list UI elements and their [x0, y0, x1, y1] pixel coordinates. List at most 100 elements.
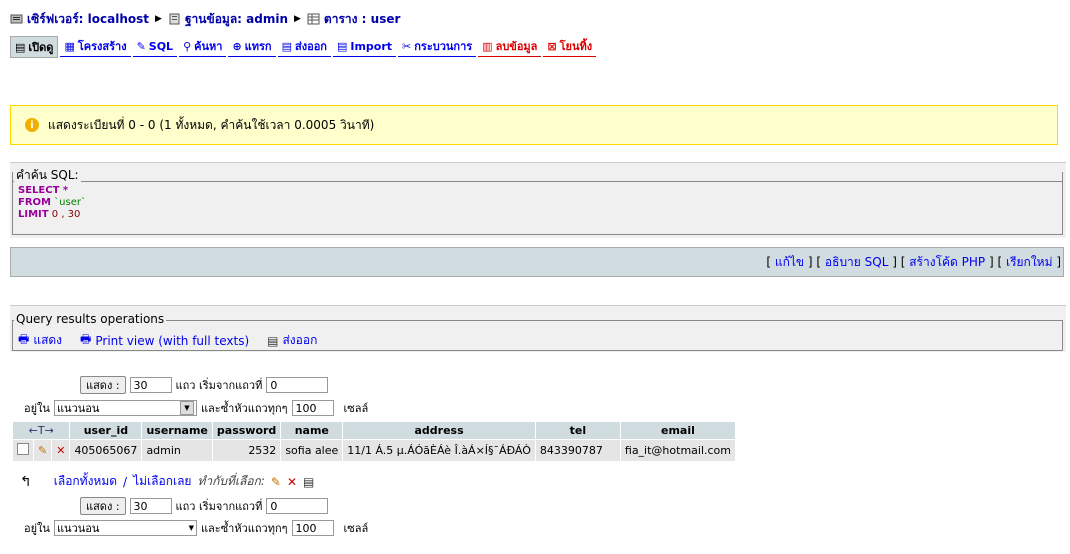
pencil-icon[interactable]: ✎ — [38, 444, 47, 457]
cells-label: เซลล์ — [343, 402, 369, 415]
tab-sql[interactable]: ✎ SQL — [132, 36, 178, 57]
tab-bar: ▤ เปิดดู ▦ โครงสร้าง ✎ SQL ⚲ ค้นหา ⊕ แทรก ▤ ส่… — [10, 36, 597, 58]
sql-legend: คำค้น SQL: — [14, 166, 81, 185]
insert-icon: ⊕ — [232, 39, 242, 53]
qro-legend: Query results operations — [14, 312, 167, 326]
print-full-link[interactable]: 🖶 Print view (with full texts) — [80, 330, 249, 351]
column-arrows-icon: ←T→ — [28, 424, 54, 437]
with-selected-label: ทำกับที่เลือก: — [197, 474, 265, 488]
info-icon: i — [25, 118, 39, 132]
cell-username: admin — [142, 440, 212, 461]
header-email[interactable]: email — [620, 422, 736, 439]
edit-row-cell: ✎ — [34, 440, 52, 461]
operations-icon: ✂ — [402, 39, 412, 53]
breadcrumb-database-label: ฐานข้อมูล: admin — [184, 11, 288, 26]
empty-icon: ▥ — [482, 39, 493, 53]
repeat-header-input[interactable]: 100 — [291, 520, 334, 536]
database-icon — [169, 13, 180, 25]
sql-limit-keyword: LIMIT — [18, 209, 49, 220]
sql-table-name: `user` — [50, 197, 86, 208]
tab-label: ลบข้อมูล — [495, 40, 538, 53]
delete-icon[interactable]: ✕ — [287, 475, 297, 489]
export-icon[interactable]: ▤ — [303, 475, 314, 489]
check-all-separator: / — [123, 474, 128, 489]
display-mode-select[interactable]: แนวนอน ▼ — [53, 400, 197, 416]
mode-label: อยู่ใน — [24, 522, 50, 535]
result-notice: i แสดงระเบียนที่ 0 - 0 (1 ทั้งหมด, คำค้น… — [10, 105, 1058, 145]
header-password[interactable]: password — [212, 422, 281, 439]
create-php-code-link[interactable]: สร้างโค้ด PHP — [909, 253, 985, 272]
header-username[interactable]: username — [142, 422, 212, 439]
tab-export[interactable]: ▤ ส่งออก — [277, 36, 331, 57]
chevron-down-icon: ▼ — [179, 401, 194, 415]
export-icon: ▤ — [281, 39, 292, 53]
tab-label: กระบวนการ — [414, 40, 473, 53]
tab-browse[interactable]: ▤ เปิดดู — [10, 36, 59, 58]
mode-label: อยู่ใน — [24, 402, 50, 415]
tab-search[interactable]: ⚲ ค้นหา — [179, 36, 227, 57]
tab-insert[interactable]: ⊕ แทรก — [228, 36, 276, 57]
print-full-label: Print view (with full texts) — [95, 333, 250, 348]
header-name[interactable]: name — [281, 422, 343, 439]
start-row-input[interactable]: 0 — [266, 498, 329, 514]
breadcrumb-separator-icon: ▶ — [155, 14, 162, 24]
uncheck-all-link[interactable]: ไม่เลือกเลย — [133, 472, 191, 491]
display-mode-value: แนวนอน — [56, 402, 100, 415]
breadcrumb-table[interactable]: ตาราง : user — [307, 10, 400, 29]
delete-row-cell: ✕ — [52, 440, 70, 461]
tab-operations[interactable]: ✂ กระบวนการ — [398, 36, 477, 57]
notice-text: แสดงระเบียนที่ 0 - 0 (1 ทั้งหมด, คำค้นใช… — [48, 117, 375, 132]
tab-label: เปิดดู — [28, 41, 54, 54]
server-icon — [10, 14, 23, 24]
header-tel[interactable]: tel — [535, 422, 620, 439]
rows-input[interactable]: 30 — [129, 498, 172, 514]
sql-query-box: คำค้น SQL: SELECT * FROM `user` LIMIT 0 … — [10, 162, 1066, 238]
show-button[interactable]: แสดง : — [80, 376, 126, 394]
print-icon: 🖶 — [18, 332, 30, 346]
sql-select-keyword: SELECT — [18, 185, 60, 196]
breadcrumb-server[interactable]: เซิร์ฟเวอร์: localhost — [10, 10, 149, 29]
browse-icon: ▤ — [15, 40, 26, 54]
breadcrumb-table-label: ตาราง : user — [323, 11, 401, 26]
nav-form-bottom: แสดง : 30 แถว เริ่มจากแถวที่ 0 — [80, 497, 329, 515]
sort-arrows-header[interactable]: ←T→ — [13, 422, 70, 439]
tab-drop[interactable]: ⊠ โยนทิ้ง — [543, 36, 597, 57]
breadcrumb-separator-icon: ▶ — [294, 14, 301, 24]
cell-user-id: 405065067 — [70, 440, 142, 461]
tab-label: โยนทิ้ง — [559, 40, 593, 53]
tab-empty[interactable]: ▥ ลบข้อมูล — [478, 36, 542, 57]
header-address[interactable]: address — [343, 422, 535, 439]
refresh-link[interactable]: เรียกใหม่ — [1006, 253, 1053, 272]
display-mode-select[interactable]: แนวนอน ▼ — [53, 520, 197, 536]
print-view-link[interactable]: 🖶 แสดง — [18, 330, 62, 351]
cell-address: 11/1 Á.5 µ.ÁÓãÈÁè Î.àÁ×Í§¯ÁÐÁÒ — [343, 440, 535, 461]
sql-icon: ✎ — [136, 39, 146, 53]
tab-label: Import — [350, 39, 393, 53]
breadcrumb-database[interactable]: ฐานข้อมูล: admin — [168, 10, 288, 29]
row-checkbox-cell — [13, 440, 33, 461]
tab-label: โครงสร้าง — [77, 40, 127, 53]
import-icon: ▤ — [336, 39, 348, 53]
nav-form-top: แสดง : 30 แถว เริ่มจากแถวที่ 0 — [80, 376, 329, 394]
rows-input[interactable]: 30 — [129, 377, 172, 393]
table-row: ✎ ✕ 405065067 admin 2532 sofia alee 11/1… — [13, 440, 736, 461]
start-row-input[interactable]: 0 — [266, 377, 329, 393]
sql-code: SELECT * FROM `user` LIMIT 0 , 30 — [18, 185, 86, 221]
tab-structure[interactable]: ▦ โครงสร้าง — [60, 36, 131, 57]
show-button[interactable]: แสดง : — [80, 497, 126, 515]
row-checkbox[interactable] — [17, 443, 29, 455]
repeat-label: และซ้ำหัวแถวทุกๆ — [200, 522, 288, 535]
repeat-header-input[interactable]: 100 — [291, 400, 334, 416]
check-all-link[interactable]: เลือกทั้งหมด — [54, 472, 117, 491]
nav-form-top-mode: อยู่ใน แนวนอน ▼ และซ้ำหัวแถวทุกๆ 100 เซลล… — [24, 399, 368, 417]
delete-icon[interactable]: ✕ — [56, 444, 65, 457]
fieldset-border — [12, 181, 1063, 182]
explain-sql-link[interactable]: อธิบาย SQL — [825, 253, 888, 272]
export-link[interactable]: ▤ ส่งออก — [267, 330, 317, 351]
pencil-icon[interactable]: ✎ — [271, 475, 281, 489]
tab-import[interactable]: ▤ Import — [332, 36, 397, 57]
header-user-id[interactable]: user_id — [70, 422, 142, 439]
edit-sql-link[interactable]: แก้ไข — [775, 253, 804, 272]
export-icon: ▤ — [267, 333, 279, 348]
rows-label: แถว เริ่มจากแถวที่ — [175, 500, 263, 513]
